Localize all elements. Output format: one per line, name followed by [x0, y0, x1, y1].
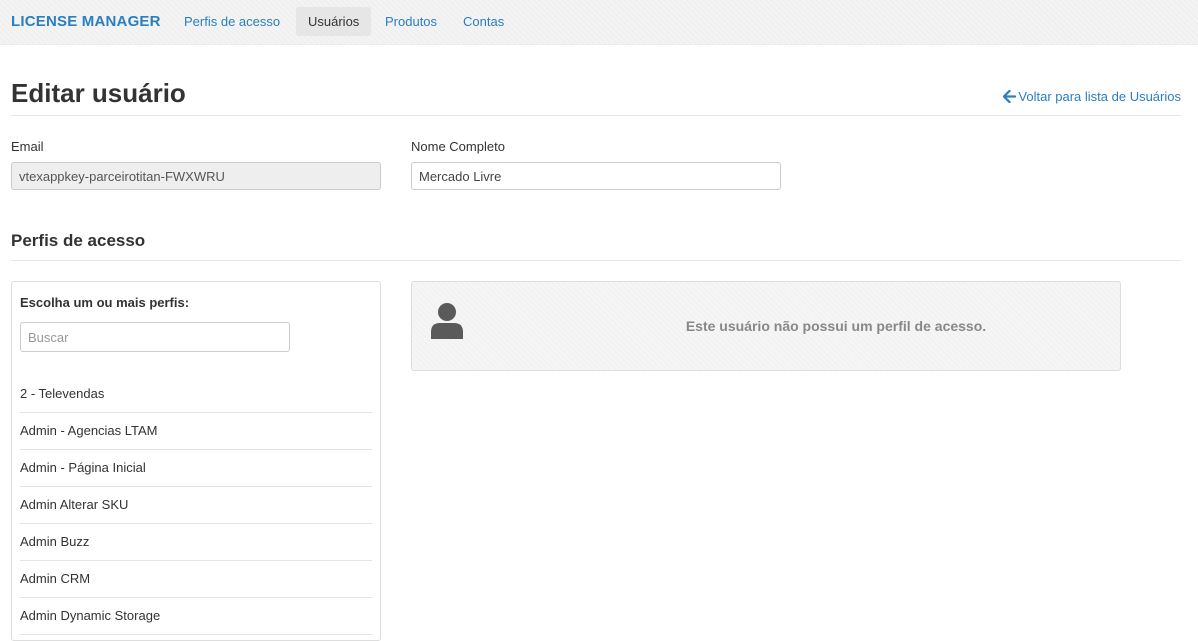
profile-list-item[interactable]: Admin Alterar SKU	[20, 487, 372, 524]
page-title: Editar usuário	[11, 78, 186, 108]
assigned-profiles-empty-panel: Este usuário não possui um perfil de ace…	[411, 281, 1121, 371]
back-link-label: Voltar para lista de Usuários	[1018, 89, 1181, 104]
top-navbar: LICENSE MANAGER Perfis de acesso Usuário…	[0, 0, 1198, 45]
full-name-field[interactable]	[411, 162, 781, 190]
name-label: Nome Completo	[411, 139, 505, 154]
profile-list-item[interactable]: Admin CRM	[20, 561, 372, 598]
email-field[interactable]	[11, 162, 381, 190]
profile-list-item[interactable]: 2 - Televendas	[20, 376, 372, 413]
profiles-section-title: Perfis de acesso	[11, 231, 146, 250]
empty-profiles-message: Este usuário não possui um perfil de ace…	[685, 318, 987, 334]
brand-logo[interactable]: LICENSE MANAGER	[11, 13, 161, 30]
profile-search-input[interactable]	[20, 322, 290, 352]
title-divider	[11, 115, 1181, 116]
nav-usuarios[interactable]: Usuários	[296, 7, 372, 36]
nav-contas[interactable]: Contas	[451, 7, 516, 36]
arrow-left-icon	[1003, 90, 1017, 103]
profile-list-item[interactable]: Admin Buzz	[20, 524, 372, 561]
profile-list-item[interactable]: Admin Dynamic Storage	[20, 598, 372, 635]
profile-list-item[interactable]: Admin - Agencias LTAM	[20, 413, 372, 450]
chooser-heading: Escolha um ou mais perfis:	[20, 295, 190, 310]
email-label: Email	[11, 139, 44, 154]
profile-list-item[interactable]: Admin - Página Inicial	[20, 450, 372, 487]
profile-chooser-panel: Escolha um ou mais perfis: 2 - Televenda…	[11, 281, 381, 641]
nav-perfis-de-acesso[interactable]: Perfis de acesso	[172, 7, 292, 36]
section-divider	[11, 260, 1181, 261]
profile-list: 2 - Televendas Admin - Agencias LTAM Adm…	[20, 376, 372, 635]
back-to-users-link[interactable]: Voltar para lista de Usuários	[1003, 89, 1181, 104]
nav-produtos[interactable]: Produtos	[373, 7, 449, 36]
